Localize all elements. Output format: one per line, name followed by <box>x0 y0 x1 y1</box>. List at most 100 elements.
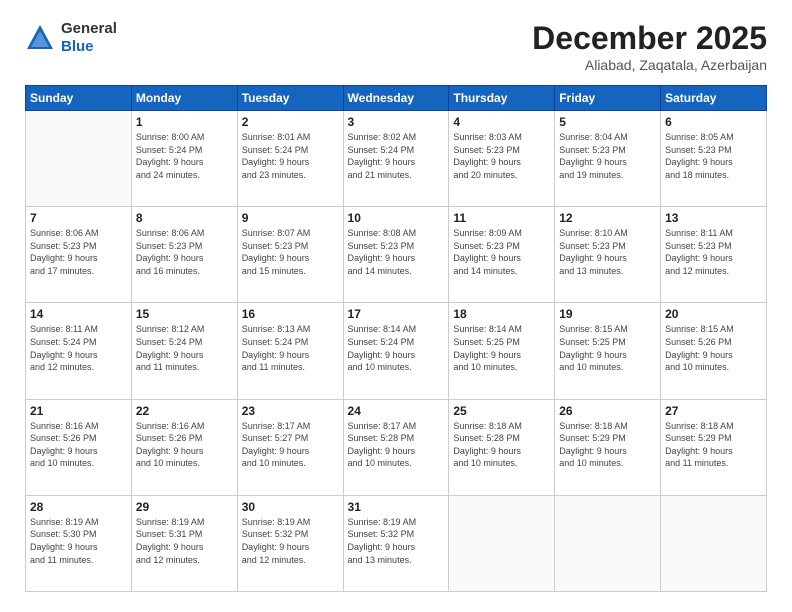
calendar-week-4: 21 Sunrise: 8:16 AM Sunset: 5:26 PM Dayli… <box>26 399 767 495</box>
day-info: Sunrise: 8:06 AM Sunset: 5:23 PM Dayligh… <box>30 227 127 277</box>
day-number: 22 <box>136 404 233 418</box>
calendar-cell: 29Sunrise: 8:19 AM Sunset: 5:31 PM Dayli… <box>131 495 237 591</box>
day-info: Sunrise: 8:11 AM Sunset: 5:24 PM Dayligh… <box>30 323 127 373</box>
day-number: 7 <box>30 211 127 225</box>
day-info: Sunrise: 8:15 AM Sunset: 5:25 PM Dayligh… <box>559 323 656 373</box>
calendar-cell: 14 Sunrise: 8:11 AM Sunset: 5:24 PM Dayli… <box>26 303 132 399</box>
header: General Blue December 2025 Aliabad, Zaqa… <box>25 20 767 73</box>
calendar-cell <box>26 111 132 207</box>
calendar-cell: 22Sunrise: 8:16 AM Sunset: 5:26 PM Dayli… <box>131 399 237 495</box>
calendar-week-1: 1 Sunrise: 8:00 AM Sunset: 5:24 PM Daylig… <box>26 111 767 207</box>
day-number: 13 <box>665 211 762 225</box>
day-info: Sunrise: 8:06 AM Sunset: 5:23 PM Dayligh… <box>136 227 233 277</box>
day-info: Sunrise: 8:07 AM Sunset: 5:23 PM Dayligh… <box>242 227 339 277</box>
day-number: 26 <box>559 404 656 418</box>
calendar-week-5: 28 Sunrise: 8:19 AM Sunset: 5:30 PM Dayli… <box>26 495 767 591</box>
day-info: Sunrise: 8:04 AM Sunset: 5:23 PM Dayligh… <box>559 131 656 181</box>
calendar: SundayMondayTuesdayWednesdayThursdayFrid… <box>25 85 767 592</box>
day-info: Sunrise: 8:19 AM Sunset: 5:30 PM Dayligh… <box>30 516 127 566</box>
day-number: 11 <box>453 211 550 225</box>
day-number: 10 <box>348 211 445 225</box>
day-number: 24 <box>348 404 445 418</box>
calendar-week-3: 14 Sunrise: 8:11 AM Sunset: 5:24 PM Dayli… <box>26 303 767 399</box>
day-info: Sunrise: 8:15 AM Sunset: 5:26 PM Dayligh… <box>665 323 762 373</box>
day-info: Sunrise: 8:11 AM Sunset: 5:23 PM Dayligh… <box>665 227 762 277</box>
calendar-body: 1 Sunrise: 8:00 AM Sunset: 5:24 PM Daylig… <box>26 111 767 592</box>
month-title: December 2025 <box>532 20 767 57</box>
day-number: 19 <box>559 307 656 321</box>
day-number: 30 <box>242 500 339 514</box>
location: Aliabad, Zaqatala, Azerbaijan <box>532 57 767 73</box>
calendar-cell: 5Sunrise: 8:04 AM Sunset: 5:23 PM Daylig… <box>555 111 661 207</box>
calendar-cell: 25 Sunrise: 8:18 AM Sunset: 5:28 PM Dayli… <box>449 399 555 495</box>
day-number: 27 <box>665 404 762 418</box>
calendar-cell: 16 Sunrise: 8:13 AM Sunset: 5:24 PM Dayli… <box>237 303 343 399</box>
calendar-cell: 26 Sunrise: 8:18 AM Sunset: 5:29 PM Dayli… <box>555 399 661 495</box>
calendar-cell: 11 Sunrise: 8:09 AM Sunset: 5:23 PM Dayli… <box>449 207 555 303</box>
day-number: 15 <box>136 307 233 321</box>
calendar-cell: 21 Sunrise: 8:16 AM Sunset: 5:26 PM Dayli… <box>26 399 132 495</box>
calendar-cell: 2 Sunrise: 8:01 AM Sunset: 5:24 PM Daylig… <box>237 111 343 207</box>
day-number: 1 <box>136 115 233 129</box>
day-number: 21 <box>30 404 127 418</box>
calendar-cell: 10 Sunrise: 8:08 AM Sunset: 5:23 PM Dayli… <box>343 207 449 303</box>
day-info: Sunrise: 8:14 AM Sunset: 5:25 PM Dayligh… <box>453 323 550 373</box>
day-info: Sunrise: 8:14 AM Sunset: 5:24 PM Dayligh… <box>348 323 445 373</box>
day-info: Sunrise: 8:00 AM Sunset: 5:24 PM Dayligh… <box>136 131 233 181</box>
calendar-cell: 7 Sunrise: 8:06 AM Sunset: 5:23 PM Daylig… <box>26 207 132 303</box>
day-number: 16 <box>242 307 339 321</box>
calendar-week-2: 7 Sunrise: 8:06 AM Sunset: 5:23 PM Daylig… <box>26 207 767 303</box>
day-number: 17 <box>348 307 445 321</box>
weekday-wednesday: Wednesday <box>343 86 449 111</box>
day-info: Sunrise: 8:17 AM Sunset: 5:28 PM Dayligh… <box>348 420 445 470</box>
logo-general: General <box>61 20 117 37</box>
day-number: 8 <box>136 211 233 225</box>
weekday-row: SundayMondayTuesdayWednesdayThursdayFrid… <box>26 86 767 111</box>
day-info: Sunrise: 8:02 AM Sunset: 5:24 PM Dayligh… <box>348 131 445 181</box>
calendar-cell: 3 Sunrise: 8:02 AM Sunset: 5:24 PM Daylig… <box>343 111 449 207</box>
day-info: Sunrise: 8:19 AM Sunset: 5:31 PM Dayligh… <box>136 516 233 566</box>
day-number: 2 <box>242 115 339 129</box>
logo: General Blue <box>25 20 117 56</box>
day-number: 23 <box>242 404 339 418</box>
weekday-saturday: Saturday <box>661 86 767 111</box>
day-info: Sunrise: 8:09 AM Sunset: 5:23 PM Dayligh… <box>453 227 550 277</box>
calendar-cell: 1 Sunrise: 8:00 AM Sunset: 5:24 PM Daylig… <box>131 111 237 207</box>
day-number: 28 <box>30 500 127 514</box>
calendar-cell: 12 Sunrise: 8:10 AM Sunset: 5:23 PM Dayli… <box>555 207 661 303</box>
day-number: 12 <box>559 211 656 225</box>
day-number: 3 <box>348 115 445 129</box>
day-info: Sunrise: 8:05 AM Sunset: 5:23 PM Dayligh… <box>665 131 762 181</box>
calendar-cell: 27Sunrise: 8:18 AM Sunset: 5:29 PM Dayli… <box>661 399 767 495</box>
day-info: Sunrise: 8:16 AM Sunset: 5:26 PM Dayligh… <box>30 420 127 470</box>
calendar-cell: 23Sunrise: 8:17 AM Sunset: 5:27 PM Dayli… <box>237 399 343 495</box>
logo-text: General Blue <box>61 20 117 56</box>
calendar-cell: 19 Sunrise: 8:15 AM Sunset: 5:25 PM Dayli… <box>555 303 661 399</box>
title-block: December 2025 Aliabad, Zaqatala, Azerbai… <box>532 20 767 73</box>
calendar-cell: 20Sunrise: 8:15 AM Sunset: 5:26 PM Dayli… <box>661 303 767 399</box>
calendar-cell: 24 Sunrise: 8:17 AM Sunset: 5:28 PM Dayli… <box>343 399 449 495</box>
day-info: Sunrise: 8:18 AM Sunset: 5:29 PM Dayligh… <box>559 420 656 470</box>
day-info: Sunrise: 8:03 AM Sunset: 5:23 PM Dayligh… <box>453 131 550 181</box>
day-info: Sunrise: 8:13 AM Sunset: 5:24 PM Dayligh… <box>242 323 339 373</box>
calendar-cell: 8 Sunrise: 8:06 AM Sunset: 5:23 PM Daylig… <box>131 207 237 303</box>
logo-blue: Blue <box>61 38 94 55</box>
calendar-cell <box>661 495 767 591</box>
day-info: Sunrise: 8:18 AM Sunset: 5:28 PM Dayligh… <box>453 420 550 470</box>
day-info: Sunrise: 8:10 AM Sunset: 5:23 PM Dayligh… <box>559 227 656 277</box>
weekday-friday: Friday <box>555 86 661 111</box>
calendar-header: SundayMondayTuesdayWednesdayThursdayFrid… <box>26 86 767 111</box>
day-number: 25 <box>453 404 550 418</box>
day-number: 4 <box>453 115 550 129</box>
calendar-cell: 4 Sunrise: 8:03 AM Sunset: 5:23 PM Daylig… <box>449 111 555 207</box>
day-number: 9 <box>242 211 339 225</box>
calendar-cell: 9 Sunrise: 8:07 AM Sunset: 5:23 PM Daylig… <box>237 207 343 303</box>
day-info: Sunrise: 8:01 AM Sunset: 5:24 PM Dayligh… <box>242 131 339 181</box>
day-number: 6 <box>665 115 762 129</box>
day-info: Sunrise: 8:12 AM Sunset: 5:24 PM Dayligh… <box>136 323 233 373</box>
day-info: Sunrise: 8:08 AM Sunset: 5:23 PM Dayligh… <box>348 227 445 277</box>
weekday-monday: Monday <box>131 86 237 111</box>
calendar-cell: 30Sunrise: 8:19 AM Sunset: 5:32 PM Dayli… <box>237 495 343 591</box>
day-number: 14 <box>30 307 127 321</box>
calendar-cell: 31Sunrise: 8:19 AM Sunset: 5:32 PM Dayli… <box>343 495 449 591</box>
